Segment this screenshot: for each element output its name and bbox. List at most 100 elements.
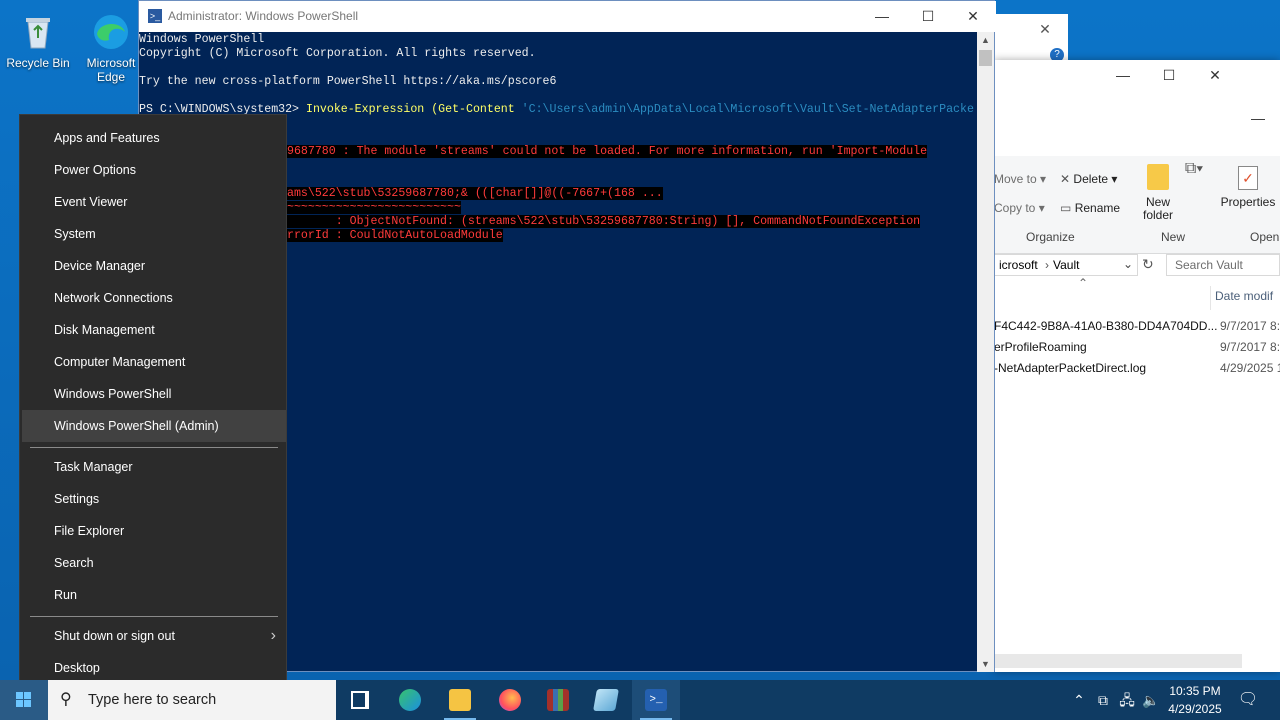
- delete-label: Delete: [1073, 172, 1109, 186]
- scroll-up-icon[interactable]: ▲: [977, 32, 994, 48]
- rename-label: Rename: [1074, 201, 1121, 215]
- error-text: : ObjectNotFound: (streams\522\stub\5325…: [287, 215, 921, 228]
- rename-icon: ▭: [1060, 201, 1072, 215]
- windows-logo-icon: [16, 692, 31, 707]
- error-text: ~~~~~~~~~~~~~~~~~~~~~~~~~: [287, 201, 461, 214]
- menu-item-device-manager[interactable]: Device Manager: [22, 250, 286, 282]
- network-icon[interactable]: 🖧: [1116, 680, 1138, 720]
- show-hidden-icons-icon[interactable]: ⌃: [1068, 680, 1090, 720]
- menu-item-file-explorer[interactable]: File Explorer: [22, 515, 286, 547]
- menu-item-computer-management[interactable]: Computer Management: [22, 346, 286, 378]
- address-bar[interactable]: icrosoft › Vault ⌄: [994, 254, 1138, 276]
- explorer-titlebar: — ☐ ✕: [994, 60, 1280, 102]
- move-to-label: Move to: [994, 172, 1037, 186]
- copy-to-label: Copy to: [994, 201, 1036, 215]
- new-folder-button[interactable]: New folder: [1140, 164, 1176, 222]
- notepad-icon: [593, 689, 619, 711]
- menu-separator: [30, 447, 278, 448]
- file-name: -NetAdapterPacketDirect.log: [994, 361, 1147, 375]
- winx-context-menu: Apps and Features Power Options Event Vi…: [19, 114, 287, 692]
- scroll-down-icon[interactable]: ▼: [977, 656, 994, 672]
- menu-item-event-viewer[interactable]: Event Viewer: [22, 186, 286, 218]
- breadcrumb-chevron-icon: ›: [1045, 258, 1049, 272]
- close-icon[interactable]: ✕: [1022, 14, 1068, 45]
- delete-button[interactable]: ✕ Delete ▾: [1060, 172, 1117, 186]
- sort-arrow-icon: ⌃: [1078, 276, 1089, 290]
- notification-icon[interactable]: 🗨: [1234, 680, 1262, 720]
- scroll-thumb[interactable]: [979, 50, 992, 66]
- address-segment-vault[interactable]: Vault: [1053, 258, 1079, 272]
- new-item-icon: ⧉▾: [1184, 160, 1204, 177]
- menu-item-shut-down[interactable]: Shut down or sign out ›: [22, 620, 286, 652]
- properties-icon: ✓: [1238, 166, 1258, 190]
- maximize-icon[interactable]: ☐: [1146, 60, 1192, 91]
- taskbar-search-box[interactable]: ⚲ Type here to search: [48, 680, 336, 720]
- minimize-icon[interactable]: —: [1100, 60, 1146, 91]
- refresh-icon[interactable]: ↻: [1142, 256, 1154, 273]
- chevron-down-icon[interactable]: ⌄: [1123, 257, 1133, 271]
- maximize-icon[interactable]: ☐: [905, 1, 951, 32]
- taskbar-edge[interactable]: [386, 680, 434, 720]
- taskbar-notepad[interactable]: [582, 680, 630, 720]
- taskbar: ⚲ Type here to search >_ ⌃ ⧉ 🖧 🔈 10:35 P…: [0, 680, 1280, 720]
- menu-item-search[interactable]: Search: [22, 547, 286, 579]
- menu-item-task-manager[interactable]: Task Manager: [22, 451, 286, 483]
- copy-to-button[interactable]: Copy to ▾: [994, 201, 1045, 215]
- desktop-icon-recycle-bin[interactable]: Recycle Bin: [0, 6, 76, 70]
- menu-item-network-connections[interactable]: Network Connections: [22, 282, 286, 314]
- task-view-button[interactable]: [336, 680, 384, 720]
- menu-item-windows-powershell-admin[interactable]: Windows PowerShell (Admin): [22, 410, 286, 442]
- error-text: rrorId : CouldNotAutoLoadModule: [287, 229, 503, 242]
- anyrun-watermark: ANY RUN: [1040, 612, 1254, 663]
- menu-item-system[interactable]: System: [22, 218, 286, 250]
- close-icon[interactable]: ✕: [950, 1, 996, 32]
- file-name: erProfileRoaming: [994, 340, 1087, 354]
- error-text: 9687780 : The module 'streams' could not…: [287, 145, 928, 158]
- taskbar-winrar[interactable]: [534, 680, 582, 720]
- menu-item-power-options[interactable]: Power Options: [22, 154, 286, 186]
- command-path: 'C:\Users\admin\AppData\Local\Microsoft\…: [521, 103, 974, 116]
- taskbar-firefox[interactable]: [486, 680, 534, 720]
- edge-icon: [399, 689, 421, 711]
- console-line: Copyright (C) Microsoft Corporation. All…: [139, 47, 536, 60]
- device-icon[interactable]: ⧉: [1092, 680, 1114, 720]
- file-row[interactable]: F4C442-9B8A-41A0-B380-DD4A704DD... 9/7/2…: [994, 316, 1280, 336]
- menu-item-disk-management[interactable]: Disk Management: [22, 314, 286, 346]
- file-name: F4C442-9B8A-41A0-B380-DD4A704DD...: [994, 319, 1218, 333]
- console-line: Try the new cross-platform PowerShell ht…: [139, 75, 557, 88]
- file-explorer-window: — ☐ ✕ — Move to ▾ Copy to ▾ ✕ Delete ▾ ▭…: [994, 60, 1280, 672]
- powershell-icon: >_: [645, 689, 667, 711]
- vertical-scrollbar[interactable]: ▲ ▼: [977, 32, 994, 672]
- explorer-window-back[interactable]: ✕ ?: [994, 14, 1068, 62]
- properties-button[interactable]: ✓ Properties: [1218, 166, 1278, 209]
- file-row[interactable]: -NetAdapterPacketDirect.log 4/29/2025 1: [994, 358, 1280, 378]
- address-segment[interactable]: icrosoft: [999, 258, 1038, 272]
- volume-icon[interactable]: 🔈: [1140, 680, 1162, 720]
- menu-item-settings[interactable]: Settings: [22, 483, 286, 515]
- start-button[interactable]: [0, 680, 48, 720]
- file-row[interactable]: erProfileRoaming 9/7/2017 8:0: [994, 337, 1280, 357]
- group-new: New: [1161, 230, 1186, 244]
- folder-icon: [1147, 164, 1169, 190]
- column-header-date[interactable]: Date modif: [1210, 286, 1280, 310]
- taskbar-powershell[interactable]: >_: [632, 680, 680, 720]
- new-item-button[interactable]: ⧉▾: [1180, 160, 1208, 177]
- minimize-icon[interactable]: —: [859, 1, 905, 32]
- group-organize: Organize: [1026, 230, 1075, 244]
- powershell-titlebar[interactable]: >_ Administrator: Windows PowerShell — ☐…: [139, 1, 996, 32]
- clock[interactable]: 10:35 PM 4/29/2025: [1160, 682, 1230, 718]
- menu-item-apps-and-features[interactable]: Apps and Features: [22, 122, 286, 154]
- error-text: ams\522\stub\53259687780;& (([char[]]@((…: [287, 187, 663, 200]
- search-input[interactable]: Search Vault: [1166, 254, 1280, 276]
- rename-button[interactable]: ▭ Rename: [1060, 201, 1120, 215]
- close-icon[interactable]: ✕: [1192, 60, 1238, 91]
- taskbar-file-explorer[interactable]: [436, 680, 484, 720]
- firefox-icon: [499, 689, 521, 711]
- ribbon-collapse-icon[interactable]: —: [1236, 110, 1280, 130]
- task-view-icon: [351, 691, 369, 709]
- menu-item-windows-powershell[interactable]: Windows PowerShell: [22, 378, 286, 410]
- menu-item-run[interactable]: Run: [22, 579, 286, 611]
- move-to-button[interactable]: Move to ▾: [994, 172, 1046, 186]
